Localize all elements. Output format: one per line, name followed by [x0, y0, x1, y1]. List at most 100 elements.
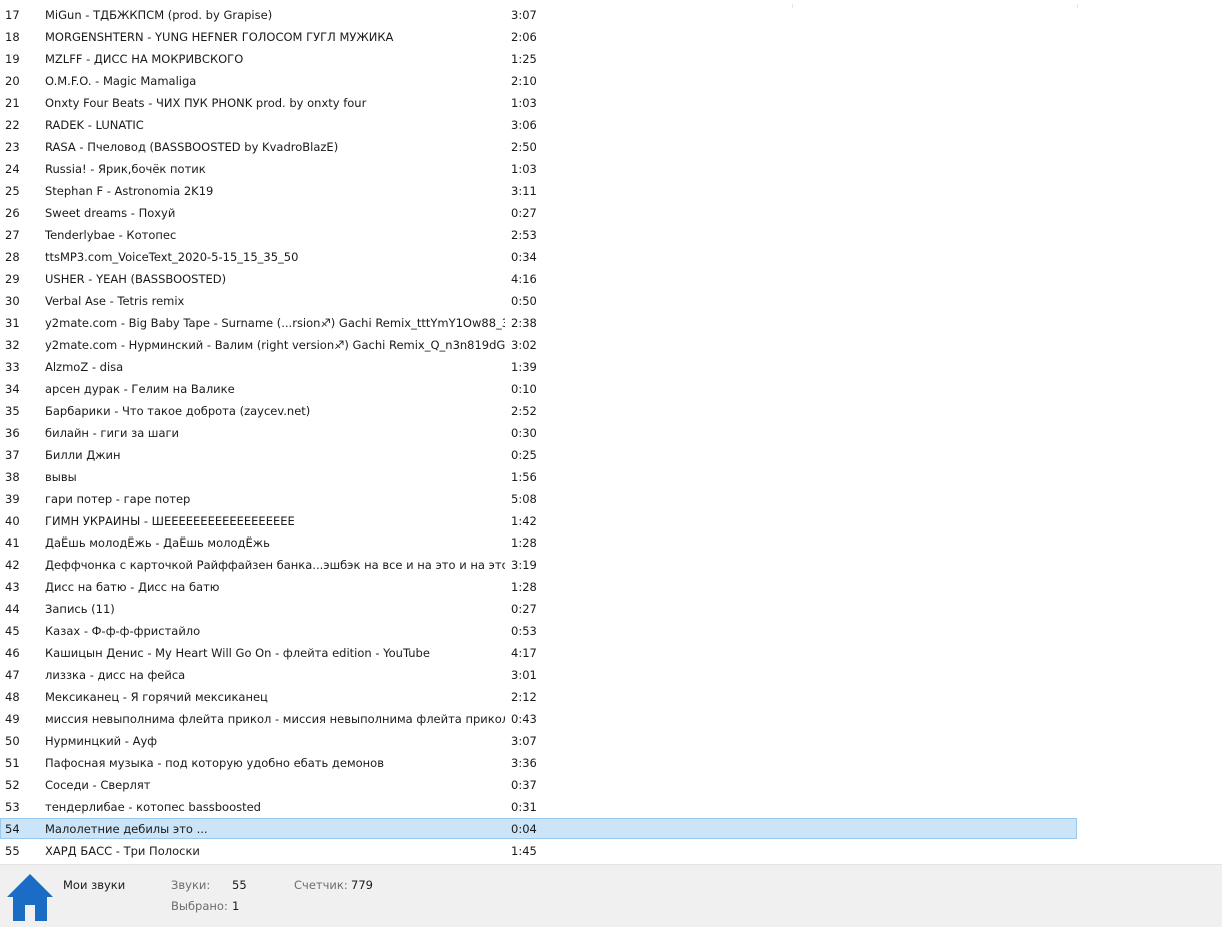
track-row[interactable]: 39 гари потер - гаре потер 5:08 — [0, 488, 1222, 510]
home-icon — [7, 874, 53, 921]
track-name: RADEK - LUNATIC — [45, 118, 144, 132]
track-number: 46 — [5, 646, 20, 660]
track-name: миссия невыполнима флейта прикол - мисси… — [45, 712, 505, 726]
track-duration: 3:19 — [511, 558, 537, 572]
track-number: 21 — [5, 96, 20, 110]
track-number: 37 — [5, 448, 20, 462]
track-number: 27 — [5, 228, 20, 242]
track-name: ГИМН УКРАИНЫ - ШЕЕЕЕЕЕЕЕЕЕЕЕЕЕЕЕЕЕ — [45, 514, 295, 528]
track-row[interactable]: 37 Билли Джин 0:25 — [0, 444, 1222, 466]
track-row[interactable]: 42 Деффчонка с карточкой Райффайзен банка… — [0, 554, 1222, 576]
track-row[interactable]: 18 MORGENSHTERN - YUNG HEFNER ГОЛОСОМ ГУГ… — [0, 26, 1222, 48]
track-row[interactable]: 34 арсен дурак - Гелим на Валике 0:10 — [0, 378, 1222, 400]
track-name: MiGun - ТДБЖКПСМ (prod. by Grapise) — [45, 8, 273, 22]
track-row[interactable]: 45 Казах - Ф-ф-ф-фристайло 0:53 — [0, 620, 1222, 642]
track-number: 25 — [5, 184, 20, 198]
track-row[interactable]: 31 y2mate.com - Big Baby Tape - Surname (… — [0, 312, 1222, 334]
track-row[interactable]: 55 ХАРД БАСС - Три Полоски 1:45 — [0, 840, 1222, 862]
track-name: RASA - Пчеловод (BASSBOOSTED by KvadroBl… — [45, 140, 339, 154]
track-row[interactable]: 35 Барбарики - Что такое доброта (zaycev.… — [0, 400, 1222, 422]
track-duration: 0:30 — [511, 426, 537, 440]
track-row[interactable]: 41 ДаЁшь молодЁжь - ДаЁшь молодЁжь 1:28 — [0, 532, 1222, 554]
track-row[interactable]: 19 MZLFF - ДИСС НА МОКРИВСКОГО 1:25 — [0, 48, 1222, 70]
track-duration: 2:06 — [511, 30, 537, 44]
track-name: Verbal Ase - Tetris remix — [45, 294, 185, 308]
track-duration: 0:53 — [511, 624, 537, 638]
track-row[interactable]: 29 USHER - YEAH (BASSBOOSTED) 4:16 — [0, 268, 1222, 290]
track-name: Дисс на батю - Дисс на батю — [45, 580, 220, 594]
track-number: 28 — [5, 250, 20, 264]
track-duration: 3:06 — [511, 118, 537, 132]
track-duration: 3:07 — [511, 8, 537, 22]
track-row[interactable]: 28 ttsMP3.com_VoiceText_2020-5-15_15_35_5… — [0, 246, 1222, 268]
track-row[interactable]: 27 Tenderlybae - Котопес 2:53 — [0, 224, 1222, 246]
track-duration: 0:37 — [511, 778, 537, 792]
track-number: 33 — [5, 360, 20, 374]
track-row[interactable]: 48 Мексиканец - Я горячий мексиканец 2:12 — [0, 686, 1222, 708]
track-number: 18 — [5, 30, 20, 44]
track-number: 30 — [5, 294, 20, 308]
track-duration: 0:31 — [511, 800, 537, 814]
track-row[interactable]: 38 вывы 1:56 — [0, 466, 1222, 488]
track-number: 51 — [5, 756, 20, 770]
track-row[interactable]: 44 Запись (11) 0:27 — [0, 598, 1222, 620]
track-number: 53 — [5, 800, 20, 814]
track-rows: 17 MiGun - ТДБЖКПСМ (prod. by Grapise) 3:0… — [0, 4, 1222, 862]
track-row-selected[interactable]: 54 Малолетние дебилы это ... 0:04 — [0, 818, 1222, 840]
track-name: Казах - Ф-ф-ф-фристайло — [45, 624, 201, 638]
track-duration: 0:25 — [511, 448, 537, 462]
track-row[interactable]: 22 RADEK - LUNATIC 3:06 — [0, 114, 1222, 136]
track-row[interactable]: 46 Кашицын Денис - My Heart Will Go On - … — [0, 642, 1222, 664]
counter-value: 779 — [351, 878, 373, 892]
track-row[interactable]: 17 MiGun - ТДБЖКПСМ (prod. by Grapise) 3:0… — [0, 4, 1222, 26]
track-name: Малолетние дебилы это ... — [45, 822, 208, 836]
track-duration: 3:07 — [511, 734, 537, 748]
track-row[interactable]: 20 O.M.F.O. - Magic Mamaliga 2:10 — [0, 70, 1222, 92]
track-name: ДаЁшь молодЁжь - ДаЁшь молодЁжь — [45, 536, 270, 550]
track-duration: 1:25 — [511, 52, 537, 66]
track-duration: 1:56 — [511, 470, 537, 484]
track-name: гари потер - гаре потер — [45, 492, 191, 506]
track-name: MZLFF - ДИСС НА МОКРИВСКОГО — [45, 52, 244, 66]
track-duration: 0:34 — [511, 250, 537, 264]
track-duration: 4:16 — [511, 272, 537, 286]
track-number: 50 — [5, 734, 20, 748]
track-row[interactable]: 50 Нурминцкий - Ауф 3:07 — [0, 730, 1222, 752]
track-name: Деффчонка с карточкой Райффайзен банка..… — [45, 558, 505, 572]
track-name: тендерлибае - котопес bassboosted — [45, 800, 261, 814]
track-row[interactable]: 53 тендерлибае - котопес bassboosted 0:31 — [0, 796, 1222, 818]
track-number: 54 — [5, 822, 20, 836]
track-row[interactable]: 36 билайн - гиги за шаги 0:30 — [0, 422, 1222, 444]
track-number: 23 — [5, 140, 20, 154]
track-duration: 2:52 — [511, 404, 537, 418]
track-name: AlzmoZ - disa — [45, 360, 124, 374]
track-row[interactable]: 21 Onxty Four Beats - ЧИХ ПУК PHONK prod.… — [0, 92, 1222, 114]
track-row[interactable]: 24 Russia! - Ярик,бочёк потик 1:03 — [0, 158, 1222, 180]
track-name: Onxty Four Beats - ЧИХ ПУК PHONK prod. b… — [45, 96, 367, 110]
track-row[interactable]: 32 y2mate.com - Нурминский - Валим (right… — [0, 334, 1222, 356]
track-number: 44 — [5, 602, 20, 616]
track-row[interactable]: 51 Пафосная музыка - под которую удобно е… — [0, 752, 1222, 774]
track-row[interactable]: 25 Stephan F - Astronomia 2K19 3:11 — [0, 180, 1222, 202]
track-number: 24 — [5, 162, 20, 176]
track-row[interactable]: 43 Дисс на батю - Дисс на батю 1:28 — [0, 576, 1222, 598]
track-list[interactable]: 17 MiGun - ТДБЖКПСМ (prod. by Grapise) 3:0… — [0, 4, 1222, 864]
track-name: арсен дурак - Гелим на Валике — [45, 382, 235, 396]
track-row[interactable]: 49 миссия невыполнима флейта прикол - мис… — [0, 708, 1222, 730]
track-duration: 3:11 — [511, 184, 537, 198]
track-number: 38 — [5, 470, 20, 484]
track-row[interactable]: 33 AlzmoZ - disa 1:39 — [0, 356, 1222, 378]
track-row[interactable]: 52 Соседи - Сверлят 0:37 — [0, 774, 1222, 796]
track-duration: 1:28 — [511, 536, 537, 550]
track-number: 26 — [5, 206, 20, 220]
track-row[interactable]: 47 лиззка - дисс на фейса 3:01 — [0, 664, 1222, 686]
track-name: Russia! - Ярик,бочёк потик — [45, 162, 206, 176]
track-name: MORGENSHTERN - YUNG HEFNER ГОЛОСОМ ГУГЛ … — [45, 30, 394, 44]
track-row[interactable]: 40 ГИМН УКРАИНЫ - ШЕЕЕЕЕЕЕЕЕЕЕЕЕЕЕЕЕЕ 1:42 — [0, 510, 1222, 532]
track-row[interactable]: 30 Verbal Ase - Tetris remix 0:50 — [0, 290, 1222, 312]
track-name: ХАРД БАСС - Три Полоски — [45, 844, 200, 858]
track-row[interactable]: 26 Sweet dreams - Похуй 0:27 — [0, 202, 1222, 224]
track-row[interactable]: 23 RASA - Пчеловод (BASSBOOSTED by Kvadro… — [0, 136, 1222, 158]
track-number: 39 — [5, 492, 20, 506]
track-name: Tenderlybae - Котопес — [45, 228, 177, 242]
